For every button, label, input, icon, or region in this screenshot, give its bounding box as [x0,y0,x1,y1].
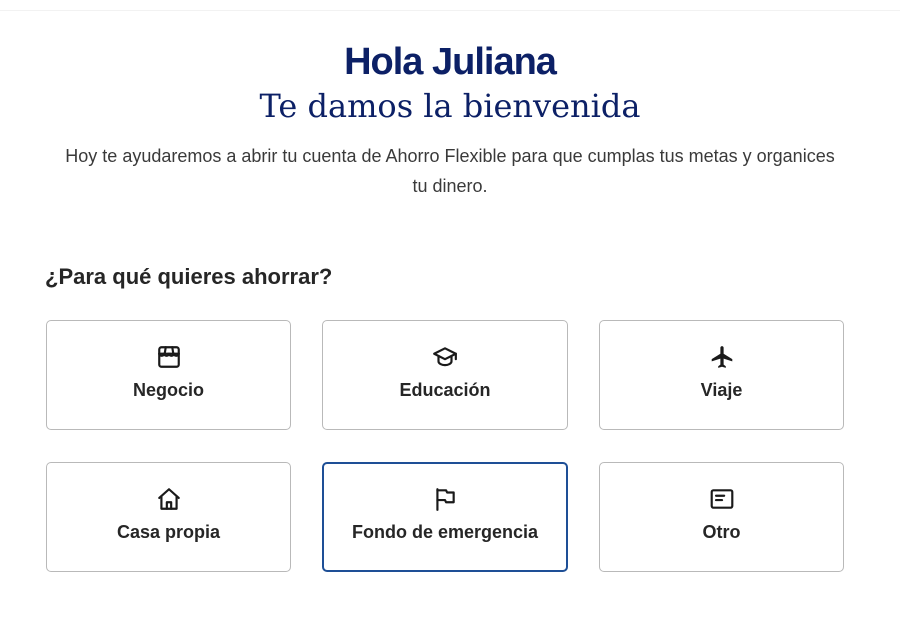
top-divider [0,10,900,11]
option-casa-propia[interactable]: Casa propia [46,462,291,572]
option-viaje[interactable]: Viaje [599,320,844,430]
option-negocio[interactable]: Negocio [46,320,291,430]
option-label: Educación [399,380,491,400]
storefront-icon [155,343,183,371]
card-icon [708,485,736,513]
greeting-title: Hola Juliana [344,41,557,83]
option-otro[interactable]: Otro [599,462,844,572]
welcome-subtitle: Te damos la bienvenida [259,87,641,125]
option-educacion[interactable]: Educación [322,320,568,430]
graduation-cap-icon [431,343,459,371]
savings-question: ¿Para qué quieres ahorrar? [45,264,333,289]
flag-icon [431,485,459,513]
option-label: Negocio [132,380,204,400]
option-label: Otro [702,522,741,542]
option-fondo-de-emergencia[interactable]: Fondo de emergencia [322,462,568,572]
option-label: Casa propia [116,522,221,542]
option-label: Fondo de emergencia [351,522,539,542]
house-icon [155,485,183,513]
option-label: Viaje [700,380,743,400]
intro-text: Hoy te ayudaremos a abrir tu cuenta de A… [65,146,835,196]
airplane-icon [708,343,736,371]
savings-options-grid: Negocio Educación Viaje Casa propia Fond… [46,320,844,572]
